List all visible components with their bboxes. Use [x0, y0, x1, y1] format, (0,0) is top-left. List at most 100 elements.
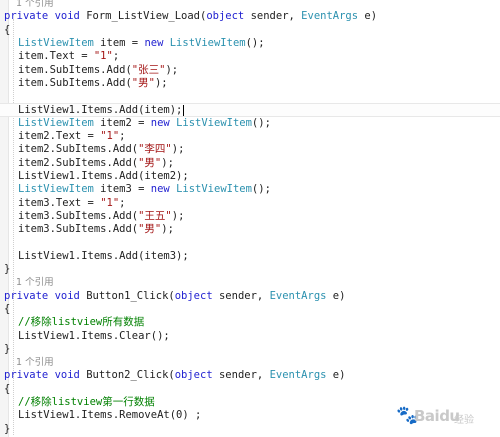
code-token: ;	[119, 130, 126, 142]
code-token: "王五"	[138, 209, 172, 222]
code-token: "男"	[138, 156, 162, 169]
code-line: ListViewItem item = new ListViewItem();	[0, 37, 500, 50]
code-token: "李四"	[138, 143, 172, 156]
code-token: item2.SubItems.Add(	[18, 156, 139, 169]
code-token: Button1_Click(	[79, 289, 175, 302]
code-token: sender,	[212, 369, 270, 382]
code-token: item2 =	[93, 116, 151, 129]
code-line: item3.SubItems.Add("男");	[0, 223, 500, 236]
code-token: ListViewItem	[176, 116, 252, 129]
code-token: //移除listview第一行数据	[18, 396, 155, 408]
code-line: }	[0, 263, 500, 276]
code-token: ListViewItem	[18, 116, 94, 129]
code-token: new	[150, 183, 170, 196]
watermark-brand: Baidu	[414, 407, 460, 425]
code-line: item2.Text = "1";	[0, 130, 500, 143]
code-token: item3 =	[93, 183, 151, 196]
code-token: "1"	[100, 130, 120, 142]
code-editor[interactable]: 1 个引用 private void Form_ListView_Load(obj…	[0, 0, 500, 437]
code-token: sender,	[244, 10, 302, 23]
code-token: }	[4, 342, 11, 355]
code-token: Button2_Click(	[79, 369, 175, 382]
code-line: item3.SubItems.Add("王五");	[0, 210, 500, 223]
code-token: ListViewItem	[18, 36, 94, 49]
code-token: }	[4, 263, 11, 275]
code-token: ;	[112, 50, 120, 63]
code-token: item.SubItems.Add(	[18, 63, 132, 76]
code-token: item.Text =	[18, 50, 94, 63]
code-token: }	[4, 422, 11, 435]
code-token: ListView1.Items.Add(item3);	[18, 249, 189, 262]
code-token: item3.SubItems.Add(	[18, 223, 139, 236]
code-token: EventArgs	[269, 369, 327, 382]
code-token: );	[165, 63, 179, 76]
code-line: item.Text = "1";	[0, 50, 500, 63]
code-token: 1 个引用	[16, 0, 54, 9]
code-lens-reference[interactable]: 1 个引用	[0, 356, 500, 369]
code-token: ListView1.Items.Clear();	[18, 329, 170, 342]
code-line: private void Button1_Click(object sender…	[0, 290, 500, 303]
code-line: {	[0, 383, 500, 396]
code-token: ;	[119, 196, 126, 209]
code-token: void	[54, 289, 80, 302]
code-line: }	[0, 343, 500, 356]
code-line: {	[0, 24, 500, 37]
code-line: //移除listview所有数据	[0, 316, 500, 329]
watermark-sub: 经验	[454, 415, 474, 426]
code-line: ListViewItem item3 = new ListViewItem();	[0, 183, 500, 196]
code-line: item3.Text = "1";	[0, 197, 500, 210]
code-line: {	[0, 303, 500, 316]
code-token: Form_ListView_Load(	[79, 10, 207, 23]
code-token: ListViewItem	[169, 36, 246, 49]
code-line: item.SubItems.Add("张三");	[0, 64, 500, 77]
code-token: "1"	[100, 196, 120, 209]
code-token: "男"	[131, 76, 155, 89]
code-line: private void Button2_Click(object sender…	[0, 369, 500, 382]
code-token: new	[150, 116, 170, 129]
code-token: new	[144, 36, 164, 49]
code-token: e)	[326, 289, 346, 302]
code-token: );	[171, 209, 185, 222]
code-token: item2.SubItems.Add(	[18, 143, 139, 156]
code-token: EventArgs	[301, 10, 359, 23]
text-caret	[183, 104, 185, 116]
code-token: );	[161, 156, 174, 169]
code-token: e)	[326, 369, 346, 382]
code-token: "男"	[138, 223, 162, 236]
code-token: private	[4, 369, 49, 382]
code-token: );	[154, 76, 168, 89]
code-line: ListView1.Items.Clear();	[0, 330, 500, 343]
watermark: 🐾 Baidu 经验	[396, 403, 494, 431]
code-token: 1 个引用	[16, 357, 54, 369]
code-line: ListView1.Items.Add(item2);	[0, 170, 500, 183]
code-token: 1 个引用	[16, 277, 54, 289]
code-line: item2.SubItems.Add("李四");	[0, 143, 500, 156]
code-lens-reference[interactable]: 1 个引用	[0, 276, 500, 289]
code-token: item3.SubItems.Add(	[18, 209, 139, 222]
code-token: {	[4, 382, 11, 395]
code-token: ();	[245, 36, 265, 49]
code-token: item3.Text =	[18, 196, 101, 209]
code-line: private void Form_ListView_Load(object s…	[0, 10, 500, 23]
code-token: private	[4, 289, 49, 302]
code-token: EventArgs	[269, 289, 327, 302]
code-token: "张三"	[131, 63, 166, 76]
code-line: ListView1.Items.Add(item3);	[0, 250, 500, 263]
code-lens-reference[interactable]: 1 个引用	[0, 0, 500, 10]
code-token: "1"	[93, 50, 113, 63]
code-token: private	[4, 10, 49, 23]
code-token: item =	[93, 36, 145, 49]
code-line: ListView1.Items.Add(item);	[0, 103, 500, 117]
code-line: item2.SubItems.Add("男");	[0, 157, 500, 170]
code-token: {	[4, 23, 11, 36]
code-token: {	[4, 302, 11, 315]
code-token: sender,	[212, 289, 270, 302]
code-token: ();	[251, 183, 271, 196]
code-token: void	[54, 10, 80, 23]
code-line: item.SubItems.Add("男");	[0, 77, 500, 90]
code-token: //移除listview所有数据	[18, 316, 145, 329]
code-token: item.SubItems.Add(	[18, 76, 132, 89]
code-token: ();	[251, 116, 271, 129]
